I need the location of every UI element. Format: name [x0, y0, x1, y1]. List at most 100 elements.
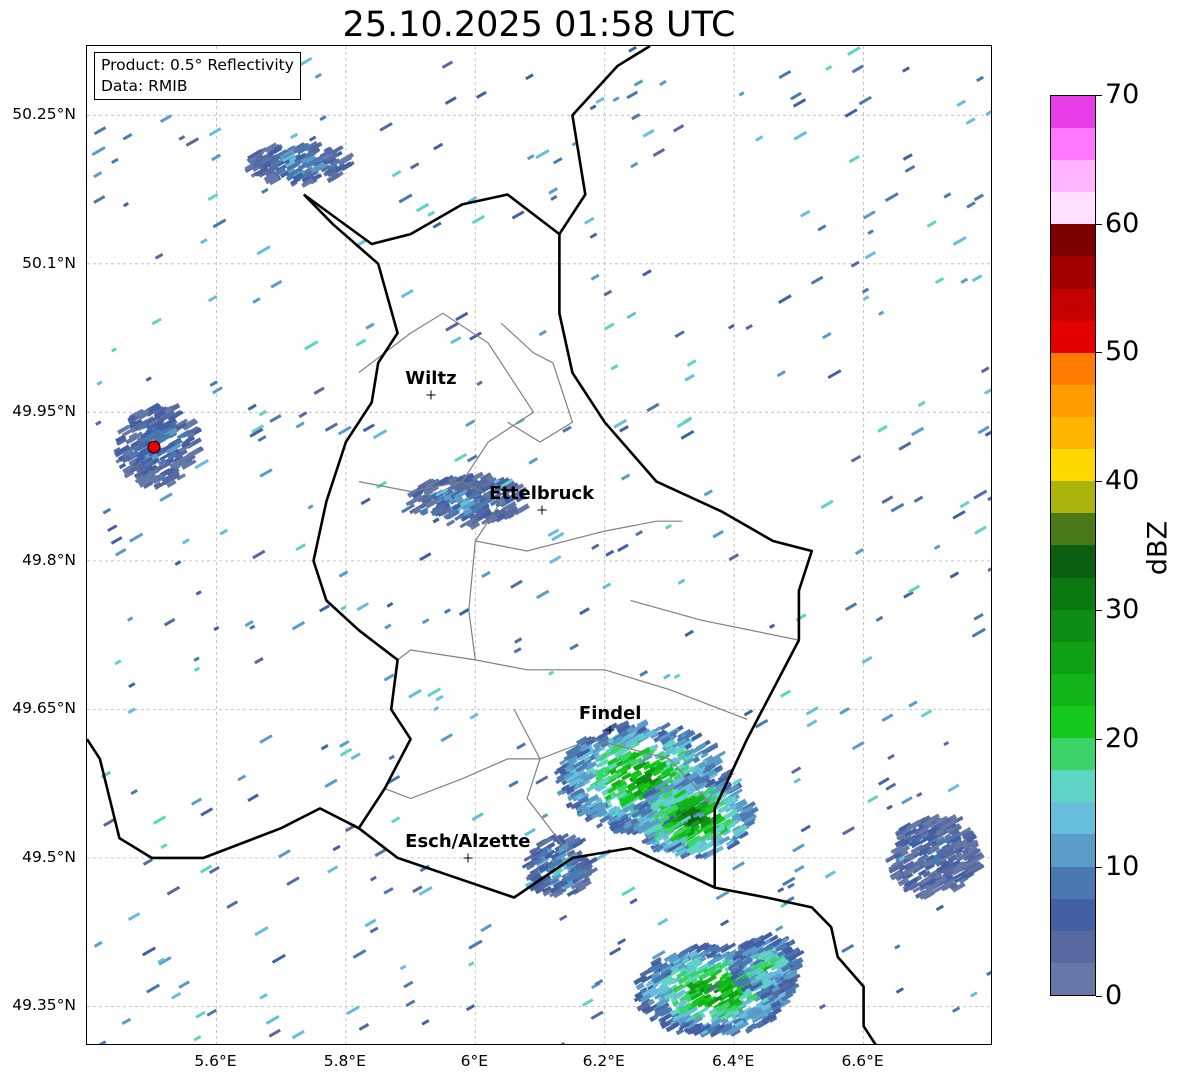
- radar-echo: [755, 135, 764, 142]
- radar-echo: [848, 155, 860, 164]
- radar-echo: [787, 882, 795, 889]
- radar-echo: [208, 127, 222, 137]
- radar-echo: [304, 340, 319, 351]
- radar-echo: [660, 722, 671, 731]
- radar-echo: [121, 1017, 132, 1026]
- radar-echo: [850, 454, 862, 463]
- radar-echo: [163, 618, 176, 627]
- radar-echo: [467, 961, 475, 967]
- radar-echo: [190, 797, 203, 806]
- radar-echo: [851, 741, 865, 751]
- radar-echo: [864, 250, 877, 260]
- radar-echo: [93, 126, 107, 136]
- radar-echo: [780, 689, 791, 698]
- radar-echo: [358, 1022, 370, 1031]
- radar-echo: [513, 647, 522, 654]
- radar-echo: [469, 712, 479, 720]
- radar-echo: [973, 489, 988, 500]
- radar-echo: [920, 709, 933, 718]
- radar-echo: [475, 90, 487, 99]
- radar-echo: [590, 273, 600, 281]
- radar-echo: [886, 804, 893, 811]
- radar-echo: [427, 210, 436, 217]
- radar-echo: [800, 824, 811, 833]
- radar-echo: [383, 673, 395, 682]
- radar-echo: [386, 602, 394, 608]
- radar-echo: [987, 566, 991, 573]
- radar-echo: [609, 946, 622, 956]
- radar-echo: [818, 1003, 826, 1010]
- radar-echo: [252, 297, 261, 304]
- radar-echo: [810, 275, 824, 285]
- radar-echo: [408, 688, 422, 699]
- radar-echo: [160, 843, 168, 849]
- city-label: Esch/Alzette: [405, 830, 531, 852]
- radar-echo: [841, 943, 855, 954]
- radar-echo: [904, 164, 916, 173]
- radar-echo: [875, 615, 884, 622]
- radar-echo: [913, 495, 924, 503]
- radar-echo: [562, 425, 572, 433]
- radar-echo: [356, 602, 369, 612]
- radar-echo: [535, 775, 549, 785]
- radar-echo: [307, 504, 314, 510]
- radar-echo: [318, 604, 330, 613]
- map-canvas: [87, 46, 991, 1044]
- radar-echo: [432, 706, 440, 712]
- radar-echo: [516, 742, 527, 750]
- radar-echo: [111, 347, 117, 353]
- radar-echo: [617, 938, 627, 946]
- radar-echo: [943, 741, 950, 747]
- longitude-tick-label: 6.4°E: [712, 1052, 755, 1070]
- radar-echo: [817, 224, 827, 232]
- radar-echo: [629, 898, 638, 905]
- colorbar-tick-label: 70: [1105, 79, 1140, 110]
- radar-echo: [633, 79, 644, 87]
- radar-echo: [193, 656, 200, 662]
- radar-echo: [877, 424, 888, 433]
- radar-echo: [910, 426, 925, 437]
- radar-echo: [619, 425, 629, 433]
- colorbar-segment: [1051, 802, 1095, 835]
- radar-echo: [102, 507, 112, 515]
- radar-echo: [971, 627, 986, 638]
- radar-echo: [642, 269, 652, 277]
- radar-echo: [237, 774, 247, 782]
- radar-echo: [195, 1010, 206, 1019]
- canton-boundary: [468, 540, 748, 720]
- radar-echo: [778, 294, 792, 304]
- colorbar-segment: [1051, 898, 1095, 931]
- radar-echo: [974, 525, 987, 535]
- radar-echo: [738, 91, 745, 97]
- radar-echo: [123, 201, 130, 208]
- latitude-tick-label: 49.35°N: [12, 996, 76, 1015]
- radar-echo: [159, 492, 173, 502]
- radar-echo: [952, 510, 966, 520]
- colorbar-segment: [1051, 320, 1095, 353]
- radar-echo: [435, 694, 444, 702]
- radar-echo: [526, 154, 535, 161]
- colorbar-segment: [1051, 577, 1095, 610]
- colorbar-segment: [1051, 224, 1095, 257]
- colorbar-segment: [1051, 417, 1095, 450]
- radar-echo: [692, 756, 701, 764]
- product-info-box: Product: 0.5° Reflectivity Data: RMIB: [94, 52, 301, 100]
- radar-echo: [471, 812, 484, 822]
- radar-echo: [127, 912, 141, 921]
- radar-echo: [403, 980, 414, 989]
- colorbar-segment: [1051, 95, 1095, 129]
- radar-echo: [111, 157, 119, 164]
- radar-echo: [847, 46, 861, 56]
- radar-map[interactable]: [86, 45, 992, 1045]
- radar-echo: [400, 289, 414, 299]
- colorbar-segment: [1051, 641, 1095, 674]
- colorbar-tick: [1096, 996, 1102, 997]
- radar-echo: [355, 338, 367, 347]
- radar-echo: [969, 991, 978, 998]
- radar-echo: [686, 359, 697, 367]
- radar-echo: [728, 553, 740, 562]
- radar-echo: [127, 707, 136, 715]
- radar-echo: [901, 796, 913, 805]
- radar-echo: [514, 637, 523, 644]
- radar-echo: [548, 187, 559, 195]
